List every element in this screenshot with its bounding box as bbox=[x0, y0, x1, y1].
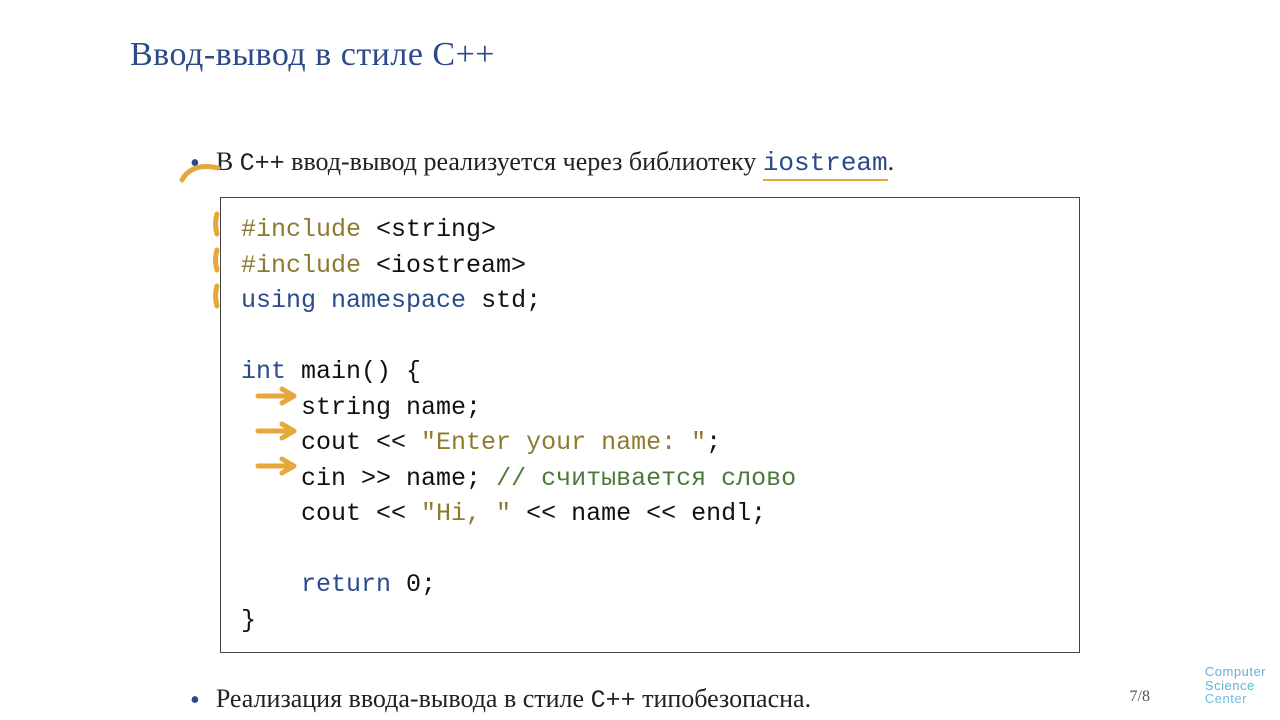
code-line-9: cout << "Hi, " << name << endl; bbox=[241, 496, 1059, 532]
bullet-dot-icon: • bbox=[190, 150, 200, 178]
slide: Ввод-вывод в стиле C++ • В C++ ввод-выво… bbox=[0, 0, 1280, 720]
token: << name << endl; bbox=[511, 499, 766, 528]
token-preproc: #include bbox=[241, 251, 361, 280]
token-keyword: using bbox=[241, 286, 316, 315]
code-block: #include <string> #include <iostream> us… bbox=[220, 197, 1080, 653]
page-number: 7/8 bbox=[1130, 688, 1150, 706]
text-fragment: В bbox=[216, 147, 240, 176]
logo-line: Computer bbox=[1205, 665, 1266, 679]
indent bbox=[241, 393, 301, 422]
token: 0; bbox=[391, 570, 436, 599]
token: cin >> name; bbox=[301, 464, 496, 493]
slide-title: Ввод-вывод в стиле C++ bbox=[130, 36, 1180, 74]
indent bbox=[241, 428, 301, 457]
logo-computer-science-center: Computer Science Center bbox=[1205, 665, 1266, 706]
token: string name; bbox=[301, 393, 481, 422]
token: ; bbox=[706, 428, 721, 457]
token-keyword: int bbox=[241, 357, 286, 386]
code-line-2: #include <iostream> bbox=[241, 248, 1059, 284]
bullet-1: • В C++ ввод-вывод реализуется через биб… bbox=[190, 144, 1180, 181]
indent bbox=[241, 499, 301, 528]
text-fragment: C++ bbox=[591, 686, 636, 715]
token: std; bbox=[466, 286, 541, 315]
code-line-blank2 bbox=[241, 532, 1059, 568]
logo-line: Science bbox=[1205, 679, 1266, 693]
bullet-dot-icon: • bbox=[190, 687, 200, 715]
text-fragment: . bbox=[888, 147, 895, 176]
token: cout << bbox=[301, 428, 421, 457]
bullet-2-text: Реализация ввода-вывода в стиле C++ типо… bbox=[216, 681, 811, 718]
library-name: iostream bbox=[763, 148, 888, 181]
token-preproc: #include bbox=[241, 215, 361, 244]
token-keyword: return bbox=[301, 570, 391, 599]
code-line-12: } bbox=[241, 603, 1059, 639]
bullet-2: • Реализация ввода-вывода в стиле C++ ти… bbox=[190, 681, 1180, 718]
token: } bbox=[241, 606, 256, 635]
logo-line: Center bbox=[1205, 692, 1266, 706]
code-line-1: #include <string> bbox=[241, 212, 1059, 248]
token: <string> bbox=[361, 215, 496, 244]
token-string: "Hi, " bbox=[421, 499, 511, 528]
text-fragment: ввод-вывод реализуется через библиотеку bbox=[285, 147, 763, 176]
code-line-7: cout << "Enter your name: "; bbox=[241, 425, 1059, 461]
token: <iostream> bbox=[361, 251, 526, 280]
bullet-1-text: В C++ ввод-вывод реализуется через библи… bbox=[216, 144, 894, 181]
token-string: "Enter your name: " bbox=[421, 428, 706, 457]
code-line-11: return 0; bbox=[241, 567, 1059, 603]
code-line-8: cin >> name; // считывается слово bbox=[241, 461, 1059, 497]
indent bbox=[241, 570, 301, 599]
code-line-3: using namespace std; bbox=[241, 283, 1059, 319]
indent bbox=[241, 464, 301, 493]
text-fragment: типобезопасна. bbox=[636, 684, 812, 713]
code-line-6: string name; bbox=[241, 390, 1059, 426]
code-line-5: int main() { bbox=[241, 354, 1059, 390]
token: cout << bbox=[301, 499, 421, 528]
token: main() { bbox=[286, 357, 421, 386]
text-fragment: C++ bbox=[240, 149, 285, 178]
token-keyword: namespace bbox=[331, 286, 466, 315]
text-fragment: Реализация ввода-вывода в стиле bbox=[216, 684, 591, 713]
token-comment: // считывается слово bbox=[496, 464, 796, 493]
code-line-blank bbox=[241, 319, 1059, 355]
